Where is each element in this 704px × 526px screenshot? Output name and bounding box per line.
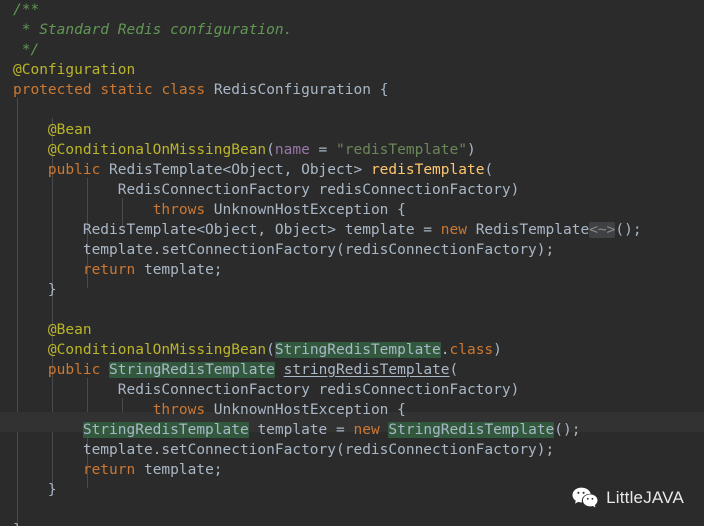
type-stringredistemplate-highlight: StringRedisTemplate: [274, 342, 441, 358]
param-redisconnectionfactory: RedisConnectionFactory redisConnectionFa…: [13, 182, 520, 198]
line-2-text: */: [13, 42, 40, 58]
code-line: public StringRedisTemplate stringRedisTe…: [47, 362, 459, 378]
code-line: public RedisTemplate<Object, Object> red…: [47, 162, 494, 178]
kw-protected: protected: [13, 82, 92, 98]
kw-new: new: [353, 422, 380, 438]
kw-return: return: [82, 462, 136, 478]
closing-brace-class: }: [13, 522, 22, 526]
code-line: @Bean: [0, 120, 704, 140]
code-line: throws UnknownHostException {: [0, 400, 704, 420]
code-line: RedisTemplate<Object, Object> template =…: [13, 222, 642, 238]
type-stringredistemplate-highlight: StringRedisTemplate: [109, 362, 275, 378]
code-line: }: [0, 520, 704, 526]
code-line: protected static class RedisConfiguratio…: [0, 80, 704, 100]
stmt-setconnectionfactory: template.setConnectionFactory(redisConne…: [13, 242, 555, 258]
annotation-conditionalonmissingbean: @ConditionalOnMissingBean: [13, 342, 267, 358]
code-line: RedisConnectionFactory redisConnectionFa…: [0, 380, 704, 400]
code-line-current: StringRedisTemplate template = new Strin…: [82, 422, 581, 438]
annotation-conditionalonmissingbean: @ConditionalOnMissingBean: [13, 142, 267, 158]
type-stringredistemplate-highlight: StringRedisTemplate: [82, 422, 249, 438]
string-redistemplate: "redisTemplate": [336, 142, 467, 158]
watermark: LittleJAVA: [572, 487, 684, 509]
code-line: template.setConnectionFactory(redisConne…: [0, 440, 704, 460]
code-line: * Standard Redis configuration.: [0, 20, 704, 40]
class-name-redisconfiguration: RedisConfiguration {: [205, 82, 389, 98]
code-line: */: [0, 40, 704, 60]
kw-static: static: [100, 82, 153, 98]
exception-unknownhostexception: UnknownHostException {: [205, 202, 406, 218]
code-line: @Bean: [0, 320, 704, 340]
kw-throws: throws: [152, 202, 206, 218]
annotation-configuration: @Configuration: [13, 62, 136, 78]
exception-unknownhostexception: UnknownHostException {: [205, 402, 406, 418]
code-line: return template;: [82, 462, 223, 478]
code-line: }: [0, 280, 704, 300]
kw-public: public: [47, 362, 101, 378]
code-line: template.setConnectionFactory(redisConne…: [0, 240, 704, 260]
wechat-icon: [572, 487, 598, 509]
code-line: throws UnknownHostException {: [0, 200, 704, 220]
folded-generics-region[interactable]: <~>: [589, 222, 616, 238]
kw-public: public: [47, 162, 101, 178]
kw-class-literal: class: [449, 342, 494, 358]
kw-return: return: [82, 262, 136, 278]
annotation-bean: @Bean: [13, 122, 92, 138]
closing-brace: }: [13, 482, 57, 498]
type-redistemplate-generic: RedisTemplate<Object, Object>: [100, 162, 371, 178]
code-line: RedisConnectionFactory redisConnectionFa…: [0, 180, 704, 200]
line-0-text: /**: [13, 2, 40, 18]
type-stringredistemplate-highlight: StringRedisTemplate: [388, 422, 555, 438]
method-redistemplate: redisTemplate: [370, 162, 485, 178]
kw-throws: throws: [152, 402, 206, 418]
code-line: @Configuration: [0, 60, 704, 80]
method-stringredistemplate[interactable]: stringRedisTemplate: [284, 362, 450, 378]
code-line: @ConditionalOnMissingBean(StringRedisTem…: [13, 342, 502, 358]
watermark-label: LittleJAVA: [606, 488, 684, 507]
code-line: @ConditionalOnMissingBean(name = "redisT…: [13, 142, 476, 158]
annot-attr-name: name: [274, 142, 310, 158]
code-editor[interactable]: /** * Standard Redis configuration. */ @…: [0, 0, 704, 526]
line-1-text: * Standard Redis configuration.: [13, 22, 293, 38]
kw-class: class: [161, 82, 206, 98]
code-line: return template;: [82, 262, 223, 278]
stmt-setconnectionfactory: template.setConnectionFactory(redisConne…: [13, 442, 555, 458]
closing-brace: }: [13, 282, 57, 298]
param-redisconnectionfactory: RedisConnectionFactory redisConnectionFa…: [13, 382, 520, 398]
code-line: /**: [0, 0, 704, 20]
annotation-bean: @Bean: [13, 322, 92, 338]
code-content[interactable]: /** * Standard Redis configuration. */ @…: [0, 0, 704, 526]
kw-new: new: [440, 222, 467, 238]
